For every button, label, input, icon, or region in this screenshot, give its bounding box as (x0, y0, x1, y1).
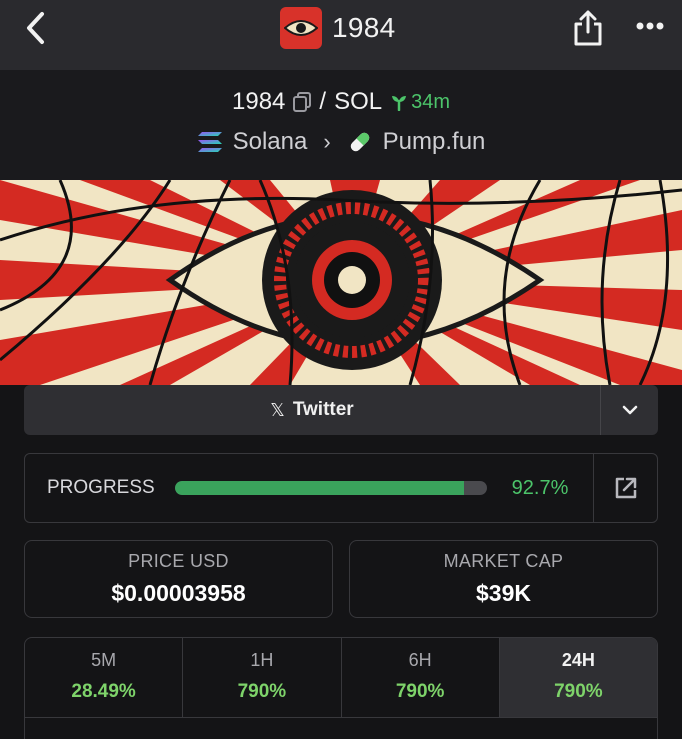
chevron-left-icon (27, 12, 44, 44)
chain-link[interactable]: Solana (233, 128, 308, 156)
price-usd-card: PRICE USD $0.00003958 (24, 540, 333, 618)
open-external-button[interactable] (593, 454, 657, 522)
banner-image (0, 180, 682, 385)
page-title: 1984 (332, 12, 396, 43)
base-symbol: 1984 (232, 88, 286, 115)
pair-age: 34m (390, 91, 450, 114)
period-change: 790% (237, 681, 287, 702)
share-icon (574, 10, 602, 46)
x-logo-icon: 𝕏 (270, 399, 285, 420)
quote-symbol: SOL (334, 88, 383, 115)
pill-icon (350, 132, 369, 152)
price-usd-label: PRICE USD (128, 551, 229, 571)
pair-name-line: 1984 / SOL 34m (0, 88, 682, 116)
chevron-down-icon (622, 405, 637, 415)
period-change: 790% (395, 681, 445, 702)
socials-row: 𝕏 Twitter (24, 385, 658, 435)
page-title-group: 1984 (280, 6, 396, 50)
period-row: 5M 28.49% 1H 790% 6H 790% 24H 790% (25, 638, 657, 718)
period-label: 5M (91, 650, 117, 670)
period-change: 28.49% (71, 681, 136, 702)
more-horizontal-icon (636, 22, 664, 30)
market-cap-value: $39K (476, 580, 531, 606)
socials-dropdown-button[interactable] (600, 385, 658, 435)
price-usd-value: $0.00003958 (111, 580, 246, 606)
twitter-button[interactable]: 𝕏 Twitter (24, 385, 600, 435)
market-cap-card: MARKET CAP $39K (349, 540, 658, 618)
tab-24h[interactable]: 24H 790% (499, 638, 657, 717)
sprout-icon (392, 96, 407, 111)
more-options-button[interactable] (630, 10, 670, 40)
bonding-progress-card: PROGRESS 92.7% (24, 453, 658, 523)
progress-value: 92.7% (511, 476, 569, 499)
tab-5m[interactable]: 5M 28.49% (25, 638, 184, 717)
tab-6h[interactable]: 6H 790% (342, 638, 500, 717)
dex-link[interactable]: Pump.fun (383, 128, 486, 156)
price-change-tabs: 5M 28.49% 1H 790% 6H 790% 24H 790% (24, 637, 658, 739)
market-cap-label: MARKET CAP (443, 551, 564, 571)
period-label: 6H (408, 650, 432, 670)
eye-icon (284, 20, 318, 36)
pair-info: 1984 / SOL 34m Solana › Pump.fun (0, 70, 682, 180)
tab-1h[interactable]: 1H 790% (183, 638, 342, 717)
progress-label: PROGRESS (47, 477, 155, 498)
copy-icon[interactable] (293, 92, 312, 112)
share-button[interactable] (570, 8, 606, 48)
back-button[interactable] (18, 8, 58, 48)
twitter-label: Twitter (292, 399, 354, 420)
period-label: 1H (250, 650, 274, 670)
token-logo (280, 7, 322, 49)
solana-icon (197, 132, 222, 152)
external-link-icon (615, 477, 636, 499)
period-label: 24H (561, 650, 595, 670)
chain-breadcrumb: Solana › Pump.fun (0, 128, 682, 156)
top-bar: 1984 (0, 0, 682, 70)
token-banner (0, 180, 682, 385)
pair-age-value: 34m (411, 90, 450, 113)
progress-bar (175, 481, 487, 495)
period-change: 790% (554, 681, 603, 702)
chevron-right-icon: › (323, 129, 331, 154)
progress-bar-fill (175, 481, 465, 495)
pair-separator: / (319, 88, 327, 115)
